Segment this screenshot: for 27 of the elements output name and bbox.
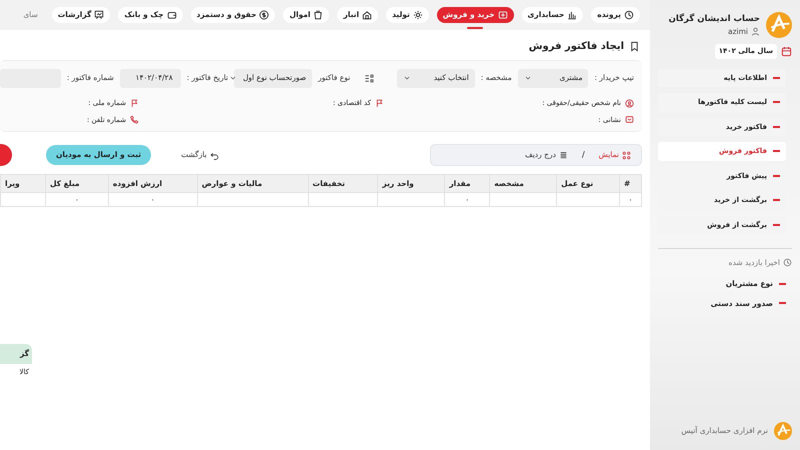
list-grid-icon[interactable] xyxy=(364,73,376,84)
caret-icon xyxy=(403,74,412,82)
house-icon xyxy=(362,10,372,20)
caret-icon xyxy=(524,74,532,82)
separator-slash: / xyxy=(582,149,585,161)
dollar-icon xyxy=(259,10,270,20)
undo-icon xyxy=(210,150,219,160)
dots-grid-icon xyxy=(622,150,631,160)
company-name: حساب اندیشان گرگان xyxy=(668,13,760,26)
bookmark-icon xyxy=(629,41,640,52)
wallet-icon xyxy=(166,10,177,20)
presentation-board-icon xyxy=(94,10,104,20)
person-circle-icon xyxy=(625,98,634,108)
flag-icon xyxy=(375,98,384,108)
user-icon xyxy=(751,26,760,36)
clock-icon xyxy=(783,258,792,268)
flag-icon xyxy=(130,98,139,108)
footer-logo xyxy=(774,422,792,440)
mailbox-icon xyxy=(625,115,634,124)
timer-icon xyxy=(624,10,634,20)
page-title: ایجاد فاکتور فروش xyxy=(528,40,624,54)
phone-icon xyxy=(130,115,139,124)
lines-icon xyxy=(558,150,568,160)
brand-logo xyxy=(766,12,792,38)
calendar-icon xyxy=(781,46,792,57)
caret-icon xyxy=(228,74,237,82)
bar-chart-icon xyxy=(567,10,578,20)
